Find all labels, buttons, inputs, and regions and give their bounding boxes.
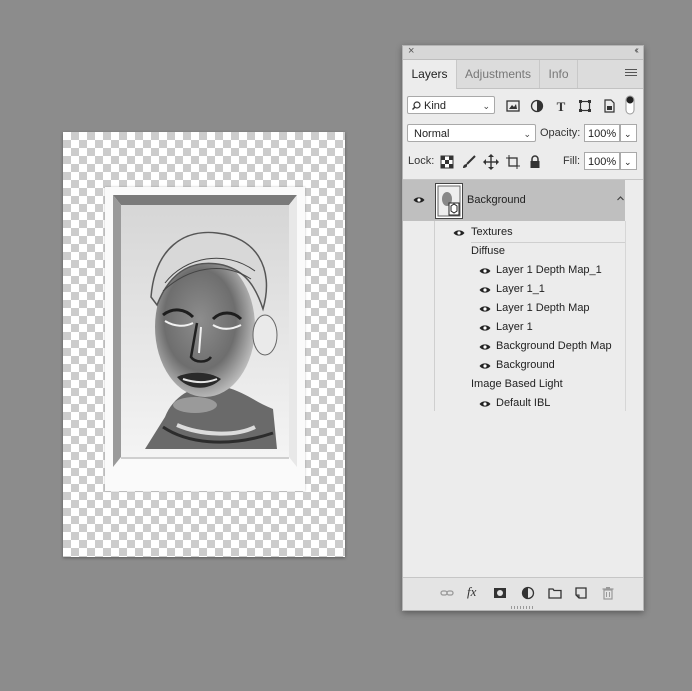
new-group-icon[interactable] (548, 586, 562, 600)
canvas-document[interactable] (63, 132, 345, 557)
adjustment-layer-icon[interactable] (521, 586, 535, 600)
tab-info[interactable]: Info (540, 60, 578, 88)
tree-item[interactable]: Background (403, 357, 625, 376)
collapse-panel-icon[interactable]: ‹‹ (634, 45, 638, 56)
tree-item[interactable]: Background Depth Map (403, 338, 625, 357)
filter-kind-select[interactable]: Kind ⌄ (407, 96, 495, 114)
layers-panel: × ‹‹ Layers Adjustments Info Kind ⌄ T No… (402, 45, 644, 611)
fill-label: Fill: (563, 155, 581, 167)
layer-thumbnail (435, 183, 463, 219)
tree-item[interactable]: Layer 1 Depth Map_1 (403, 262, 625, 281)
tree-item-label: Layer 1 (496, 321, 533, 333)
lock-all-icon[interactable] (527, 154, 543, 170)
adjustment-filter-icon[interactable] (529, 98, 545, 114)
shape-filter-icon[interactable] (577, 98, 593, 114)
smart-object-filter-icon[interactable] (601, 98, 617, 114)
filter-row: Kind ⌄ T (403, 95, 643, 117)
visibility-eye-icon[interactable] (479, 305, 491, 313)
panel-footer: fx (403, 577, 643, 610)
panel-titlebar: × ‹‹ (403, 45, 643, 60)
layer-name[interactable]: Background (467, 194, 526, 206)
blend-mode-select[interactable]: Normal ⌄ (407, 124, 536, 142)
tree-item[interactable]: Diffuse (403, 243, 625, 262)
panel-tabs: Layers Adjustments Info (403, 60, 643, 89)
embossed-portrait-image (113, 195, 297, 467)
smart-object-3d-icon (437, 185, 461, 217)
new-layer-icon[interactable] (574, 586, 588, 600)
tree-item[interactable]: Layer 1 Depth Map (403, 300, 625, 319)
list-edge-line (625, 221, 626, 411)
search-icon (412, 101, 421, 110)
svg-text:T: T (557, 99, 566, 114)
tree-item-label: Layer 1 Depth Map (496, 302, 590, 314)
visibility-eye-icon[interactable] (479, 267, 491, 275)
visibility-eye-icon[interactable] (479, 400, 491, 408)
tree-item-label: Layer 1_1 (496, 283, 545, 295)
lock-paint-icon[interactable] (461, 154, 477, 170)
tree-item[interactable]: Layer 1_1 (403, 281, 625, 300)
lock-artboard-icon[interactable] (505, 154, 521, 170)
tree-item-label: Layer 1 Depth Map_1 (496, 264, 602, 276)
fx-icon[interactable]: fx (467, 584, 481, 599)
type-filter-icon[interactable]: T (553, 98, 569, 114)
panel-resize-grip[interactable] (511, 606, 533, 609)
add-mask-icon[interactable] (493, 586, 507, 600)
layer-list: Background Textures Diffuse Layer 1 Depth … (403, 179, 643, 578)
visibility-eye-icon[interactable] (479, 362, 491, 370)
opacity-dropdown-button[interactable]: ⌄ (620, 124, 637, 142)
blend-row: Normal ⌄ Opacity: 100% ⌄ (403, 123, 643, 145)
scroll-up-icon[interactable] (616, 180, 625, 221)
tree-item-label: Diffuse (471, 245, 506, 257)
lock-row: Lock: Fill: 100% ⌄ (403, 151, 643, 173)
tree-item[interactable]: Layer 1 (403, 319, 625, 338)
layer-row-background[interactable]: Background (403, 180, 625, 221)
lock-move-icon[interactable] (483, 154, 499, 170)
tab-adjustments[interactable]: Adjustments (457, 60, 540, 88)
visibility-eye-icon[interactable] (479, 343, 491, 351)
fill-input[interactable]: 100% (584, 152, 620, 170)
lock-label: Lock: (408, 155, 435, 167)
blend-mode-value: Normal (414, 128, 450, 140)
tree-item[interactable]: Default IBL (403, 395, 625, 414)
filter-toggle-icon[interactable] (625, 95, 635, 115)
delete-icon[interactable] (601, 586, 615, 600)
tab-layers[interactable]: Layers (403, 60, 457, 89)
chevron-down-icon: ⌄ (523, 129, 531, 139)
panel-menu-icon[interactable] (625, 69, 637, 78)
tree-item[interactable]: Image Based Light (403, 376, 625, 395)
visibility-eye-icon[interactable] (479, 324, 491, 332)
tree-item[interactable]: Textures (403, 224, 625, 243)
opacity-input[interactable]: 100% (584, 124, 620, 142)
opacity-label: Opacity: (540, 127, 581, 139)
tree-item-label: Image Based Light (471, 378, 563, 390)
image-filter-icon[interactable] (505, 98, 521, 114)
visibility-eye-icon[interactable] (479, 286, 491, 294)
fill-dropdown-button[interactable]: ⌄ (620, 152, 637, 170)
chevron-down-icon: ⌄ (482, 101, 490, 111)
tree-item-label: Textures (471, 226, 513, 238)
link-layers-icon[interactable] (440, 586, 454, 600)
tree-item-label: Background (496, 359, 555, 371)
visibility-eye-icon[interactable] (413, 196, 425, 204)
embossed-photo-frame (105, 187, 305, 491)
tree-item-label: Background Depth Map (496, 340, 612, 352)
visibility-eye-icon[interactable] (453, 229, 465, 237)
lock-transparency-icon[interactable] (439, 154, 455, 170)
close-panel-icon[interactable]: × (408, 45, 414, 57)
filter-kind-value: Kind (424, 100, 447, 112)
tree-item-label: Default IBL (496, 397, 551, 409)
